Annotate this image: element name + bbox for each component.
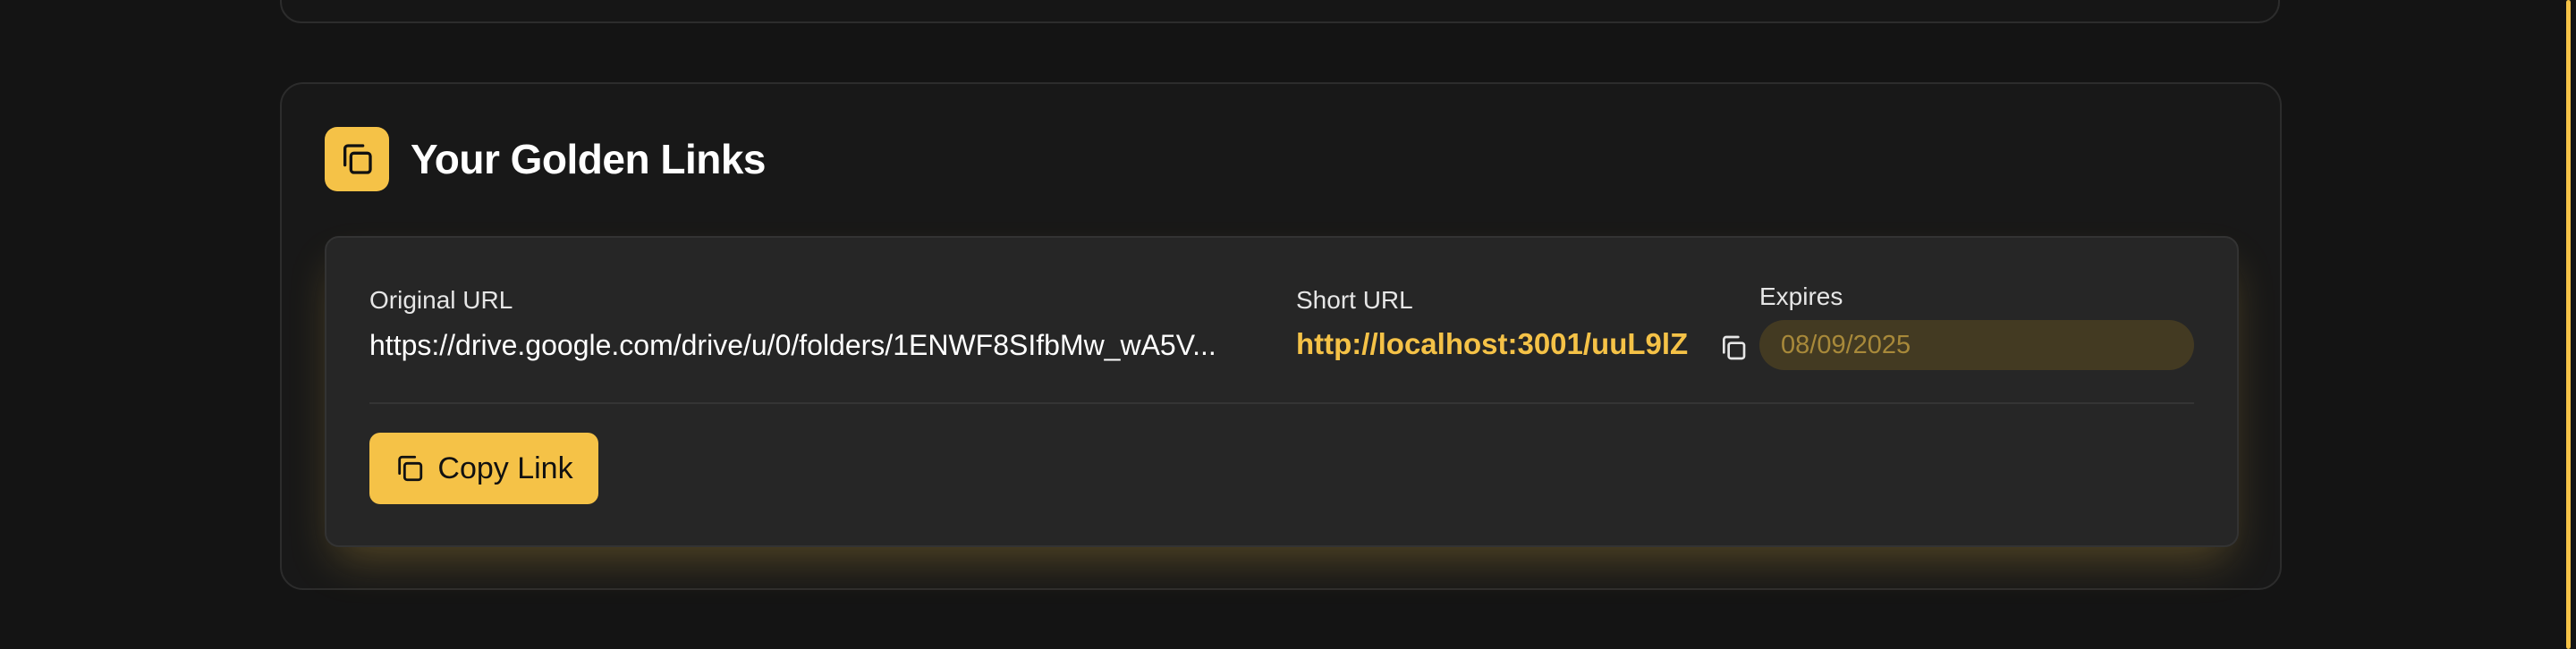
short-url-label: Short URL [1296, 286, 1413, 314]
short-url-link[interactable]: http://localhost:3001/uuL9lZ [1296, 327, 1688, 361]
original-url-label: Original URL [369, 286, 513, 314]
copy-icon [325, 127, 389, 191]
expires-date-field[interactable] [1759, 320, 2194, 370]
previous-card [280, 0, 2280, 23]
copy-icon[interactable] [1718, 333, 1749, 363]
link-item: Original URL https://drive.google.com/dr… [325, 236, 2239, 547]
scrollbar-thumb[interactable] [2566, 0, 2571, 649]
scrollbar[interactable] [2556, 0, 2576, 649]
card-header: Your Golden Links [325, 127, 767, 191]
copy-link-label: Copy Link [437, 451, 573, 485]
original-url-value: https://drive.google.com/drive/u/0/folde… [369, 329, 1216, 361]
copy-link-button[interactable]: Copy Link [369, 433, 598, 504]
divider [369, 402, 2194, 404]
section-title: Your Golden Links [411, 136, 767, 182]
golden-links-card: Your Golden Links Original URL https://d… [280, 82, 2282, 590]
copy-icon [394, 453, 425, 484]
expires-label: Expires [1759, 282, 1843, 310]
